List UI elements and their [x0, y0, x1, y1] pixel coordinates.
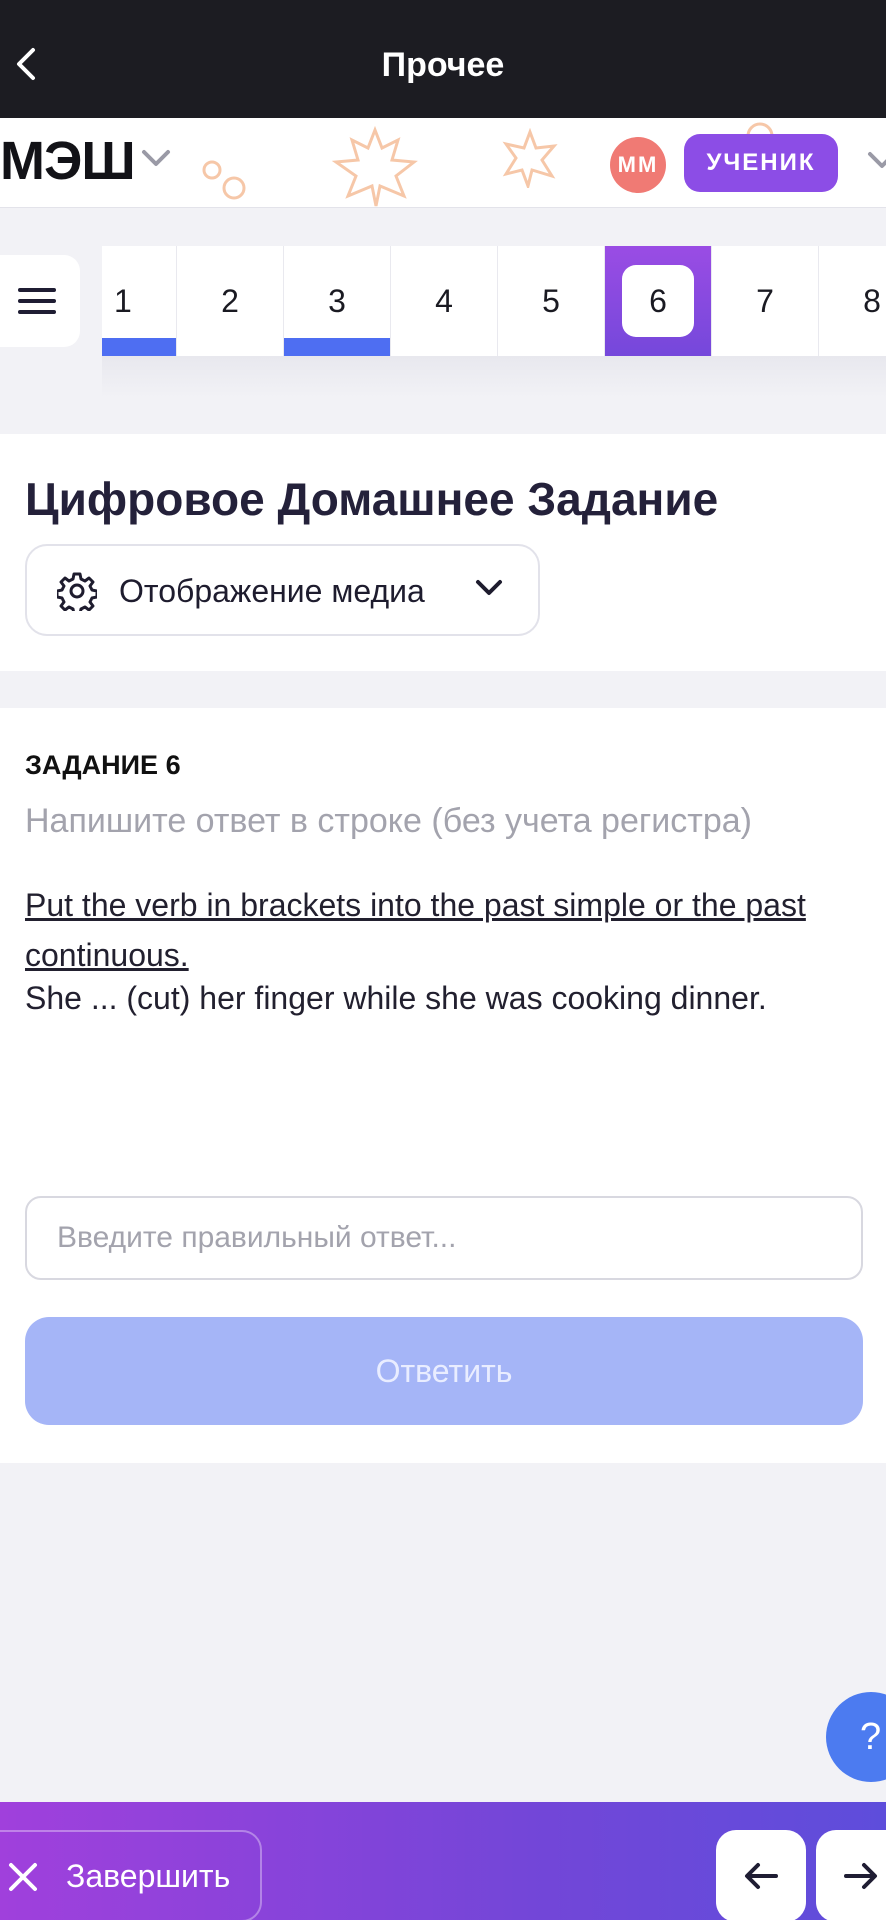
- arrow-right-icon: [844, 1863, 877, 1889]
- task-tab-8[interactable]: 8: [819, 246, 886, 356]
- menu-button[interactable]: [0, 255, 80, 347]
- app-bar-title: Прочее: [381, 46, 505, 84]
- task-sentence: She ... (cut) her finger while she was c…: [25, 980, 767, 1016]
- chevron-down-icon[interactable]: [140, 148, 172, 170]
- media-display-dropdown[interactable]: Отображение медиа: [25, 544, 540, 636]
- gear-icon: [57, 572, 97, 611]
- site-header: МЭШ ММ УЧЕНИК: [0, 118, 886, 208]
- homework-header-card: Цифровое Домашнее Задание Отображение ме…: [0, 434, 886, 671]
- task-tabs: 1 2 3 4 5 6 7 8: [102, 246, 886, 356]
- task-number: ЗАДАНИЕ 6: [25, 750, 181, 780]
- task-tab-3[interactable]: 3: [284, 246, 391, 356]
- task-instruction: Put the verb in brackets into the past s…: [25, 887, 806, 973]
- leaf-decoration: [502, 128, 558, 188]
- task-tab-1[interactable]: 1: [102, 246, 177, 356]
- task-tab-label: 6: [649, 282, 667, 319]
- next-task-button[interactable]: [816, 1830, 886, 1920]
- berry-decoration: [202, 160, 246, 200]
- task-tab-label: 3: [328, 282, 346, 319]
- chevron-down-icon[interactable]: [866, 150, 886, 172]
- task-tab-6[interactable]: 6: [605, 246, 712, 356]
- finish-label: Завершить: [66, 1858, 231, 1894]
- maple-leaf-decoration: [331, 126, 418, 207]
- arrow-left-icon: [745, 1863, 778, 1889]
- logo[interactable]: МЭШ: [0, 130, 136, 192]
- task-tab-7[interactable]: 7: [712, 246, 819, 356]
- finish-button[interactable]: Завершить: [0, 1830, 262, 1920]
- task-tab-label: 8: [863, 282, 881, 319]
- page-title: Цифровое Домашнее Задание: [25, 473, 719, 525]
- question-mark-icon: ?: [860, 1715, 882, 1758]
- task-card: ЗАДАНИЕ 6 Напишите ответ в строке (без у…: [0, 708, 886, 1463]
- tabs-shadow: [102, 356, 886, 398]
- task-tab-4[interactable]: 4: [391, 246, 498, 356]
- task-tab-label: 5: [542, 282, 560, 319]
- answer-input[interactable]: [25, 1196, 863, 1280]
- answered-indicator: [102, 338, 176, 356]
- chevron-down-icon: [476, 580, 502, 595]
- task-tab-5[interactable]: 5: [498, 246, 605, 356]
- hamburger-menu-icon: [18, 288, 56, 314]
- avatar[interactable]: ММ: [610, 137, 666, 193]
- task-tab-label: 1: [114, 282, 132, 319]
- close-icon: [9, 1863, 37, 1891]
- bottom-bar: Завершить: [0, 1802, 886, 1920]
- media-display-label: Отображение медиа: [119, 573, 425, 609]
- role-badge[interactable]: УЧЕНИК: [684, 134, 838, 192]
- answered-indicator: [284, 338, 390, 356]
- task-tab-label: 7: [756, 282, 774, 319]
- previous-task-button[interactable]: [716, 1830, 806, 1920]
- help-button[interactable]: ?: [826, 1692, 886, 1782]
- task-tab-label: 2: [221, 282, 239, 319]
- task-tab-label: 4: [435, 282, 453, 319]
- submit-answer-button[interactable]: Ответить: [25, 1317, 863, 1425]
- app-bar: Прочее: [0, 0, 886, 118]
- task-hint: Напишите ответ в строке (без учета регис…: [25, 802, 752, 840]
- task-tab-2[interactable]: 2: [177, 246, 284, 356]
